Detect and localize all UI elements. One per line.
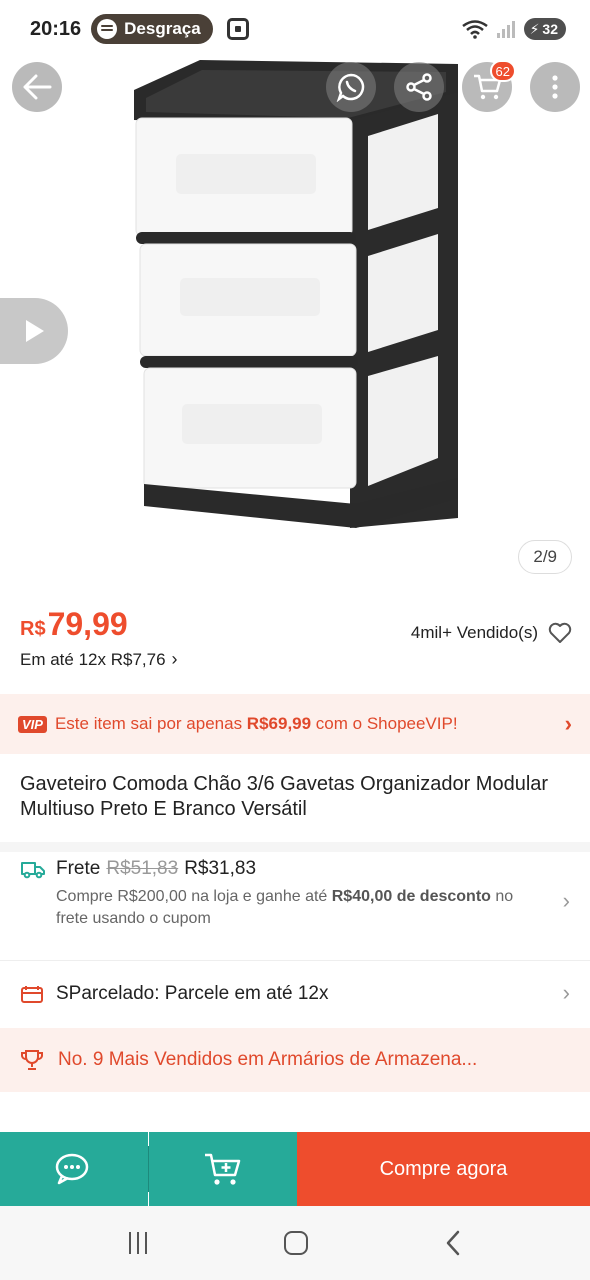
chevron-right-icon: › (562, 980, 570, 1005)
installments-link[interactable]: Em até 12x R$7,76 › (20, 649, 570, 670)
price-currency: R$ (20, 618, 46, 640)
signal-icon (496, 21, 515, 38)
buy-now-button[interactable]: Compre agora (297, 1132, 590, 1206)
recent-apps-button[interactable] (128, 1232, 147, 1254)
add-to-cart-button[interactable] (149, 1132, 297, 1206)
system-nav-bar (0, 1206, 590, 1280)
vip-badge: VIP (18, 715, 47, 733)
status-time: 20:16 (30, 17, 82, 40)
ranking-text: No. 9 Mais Vendidos em Armários de Armaz… (58, 1049, 478, 1070)
whatsapp-icon (336, 73, 365, 102)
sold-text: 4mil+ Vendido(s) (410, 623, 538, 642)
back-nav-icon[interactable] (445, 1230, 461, 1256)
arrow-left-icon (23, 74, 52, 100)
shipping-old-price: R$51,83 (106, 858, 179, 879)
section-divider (0, 1096, 590, 1132)
share-icon (406, 73, 432, 101)
trophy-icon (21, 1050, 43, 1070)
shopee-vip-banner[interactable]: VIP Este item sai por apenas R$69,99 com… (0, 694, 590, 754)
truck-icon (21, 862, 45, 879)
product-title: Gaveteiro Comoda Chão 3/6 Gavetas Organi… (20, 773, 549, 820)
add-to-cart-icon (205, 1153, 241, 1185)
status-icons: ⚡ 32 (461, 18, 566, 40)
screen-record-icon (226, 18, 249, 40)
chat-button[interactable] (0, 1132, 148, 1206)
divider-line (0, 960, 590, 961)
sparcelado-text: SParcelado: Parcele em até 12x (56, 983, 329, 1004)
ranking-banner[interactable]: No. 9 Mais Vendidos em Armários de Armaz… (0, 1028, 590, 1092)
play-video-button[interactable] (0, 298, 68, 364)
shipping-discount-info: Compre R$200,00 na loja e ganhe até R$40… (56, 888, 514, 927)
shipping-label: Frete (56, 858, 101, 879)
battery-indicator: ⚡ 32 (523, 18, 566, 40)
back-button[interactable] (12, 62, 62, 112)
bottom-action-bar: Compre agora (0, 1132, 590, 1206)
sold-count: 4mil+ Vendido(s) (411, 622, 572, 644)
product-image-carousel[interactable]: 62 2/9 (0, 58, 590, 590)
section-divider (0, 842, 590, 852)
chevron-right-icon: › (171, 649, 178, 669)
image-counter: 2/9 (518, 540, 572, 574)
wifi-icon (461, 20, 488, 39)
share-button[interactable] (394, 62, 444, 112)
cart-count-badge: 62 (489, 60, 516, 82)
heart-icon[interactable] (548, 622, 572, 644)
chevron-right-icon: › (562, 888, 570, 913)
battery-level: 32 (542, 21, 558, 37)
vip-text: Este item sai por apenas R$69,99 com o S… (54, 714, 458, 733)
price-section: R$ 79,99 Em até 12x R$7,76 › 4mil+ Vendi… (0, 606, 590, 686)
vip-price: R$69,99 (246, 714, 312, 733)
more-vertical-icon (552, 75, 558, 99)
whatsapp-share-button[interactable] (326, 62, 376, 112)
sparcelado-row[interactable]: SParcelado: Parcele em até 12x › (0, 962, 590, 1026)
status-bar: 20:16 Desgraça ⚡ 32 (0, 0, 590, 58)
more-options-button[interactable] (530, 62, 580, 112)
price-value: 79,99 (47, 606, 128, 642)
spotify-label: Desgraça (124, 19, 201, 38)
shipping-price: R$31,83 (184, 858, 257, 879)
installments-text: Em até 12x R$7,76 (20, 649, 166, 669)
product-image (134, 60, 458, 528)
chat-icon (55, 1153, 89, 1185)
cart-button[interactable]: 62 (462, 60, 516, 112)
spotify-now-playing[interactable]: Desgraça (91, 14, 213, 44)
play-icon (26, 320, 44, 342)
spotify-icon (97, 19, 118, 39)
installment-icon (21, 986, 43, 1003)
home-button[interactable] (283, 1231, 308, 1255)
shipping-row[interactable]: Frete R$51,83 R$31,83 Compre R$200,00 na… (0, 858, 590, 958)
chevron-right-icon: › (564, 711, 572, 736)
